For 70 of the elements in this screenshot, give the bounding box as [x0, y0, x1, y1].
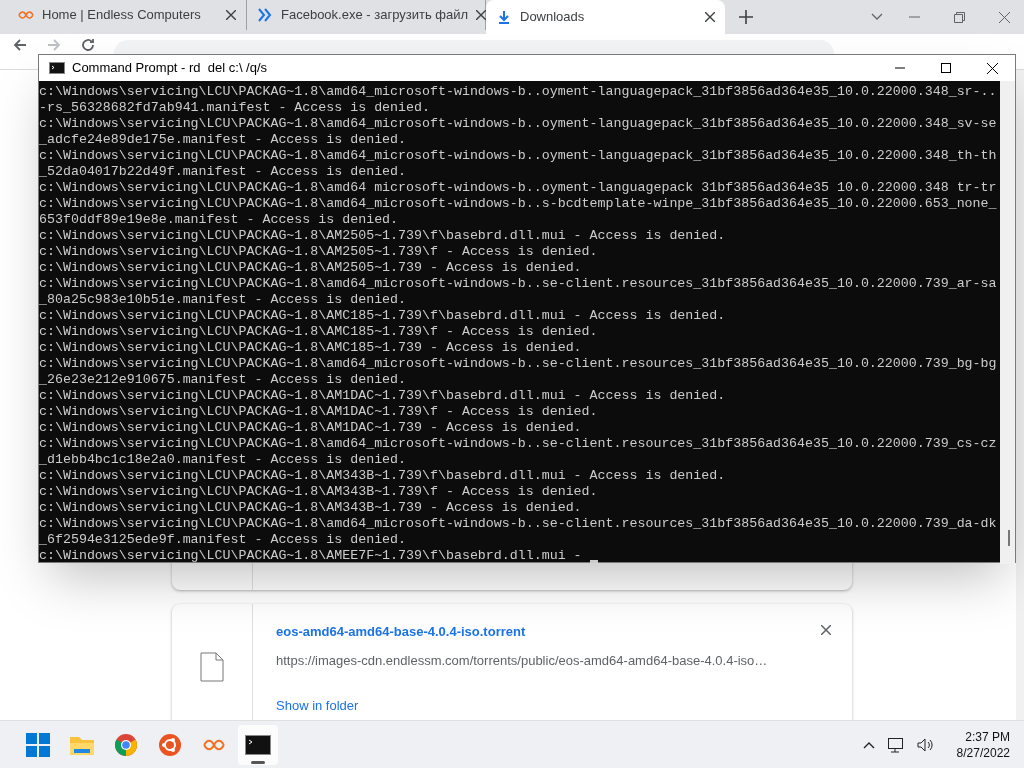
console-icon — [245, 734, 271, 755]
console-line: c:\Windows\servicing\LCU\PACKAG~1.8\amd64 microsoft-windows-b..oyment-languagepack 31bf3856ad364e35 10.0.22000.348 tr-tr — [39, 180, 997, 196]
close-tab-icon[interactable] — [226, 10, 236, 20]
console-line: c:\Windows\servicing\LCU\PACKAG~1.8\AM1DAC~1.739\f\basebrd.dll.mui - Access is denied. — [39, 388, 726, 404]
text-cursor — [589, 560, 598, 563]
console-line: c:\Windows\servicing\LCU\PACKAG~1.8\AM343B~1.739\f - Access is denied. — [39, 484, 598, 500]
show-in-folder-link[interactable]: Show in folder — [276, 696, 359, 716]
console-line: 653f0ddf89e19e8e.manifest - Access is denied. — [39, 212, 399, 228]
infinity-icon — [18, 10, 34, 20]
window-title: Command Prompt - rd del c:\ /q/s — [72, 59, 268, 78]
console-line: c:\Windows\servicing\LCU\PACKAG~1.8\AMEE7F~1.739\f\basebrd.dll.mui - — [39, 548, 583, 564]
console-line: c:\Windows\servicing\LCU\PACKAG~1.8\amd64_microsoft-windows-b..oyment-languagepack_31bf3856ad364e35_10.0.22000.348_sr-.. — [39, 84, 997, 100]
console-line: c:\Windows\servicing\LCU\PACKAG~1.8\amd64_microsoft-windows-b..se-client.resources_31bf3856ad364e35_10.0.22000.739_bg-bg — [39, 356, 997, 372]
file-link[interactable]: eos-amd64-amd64-base-4.0.4-iso.torrent — [276, 622, 526, 642]
console-icon — [49, 62, 65, 74]
console-line: c:\Windows\servicing\LCU\PACKAG~1.8\amd64_microsoft-windows-b..se-client.resources_31bf3856ad364e35_10.0.22000.739_ar-sa — [39, 276, 997, 292]
close-icon[interactable] — [999, 11, 1010, 23]
tab-title: Home | Endless Computers — [42, 6, 202, 25]
chevron-up-icon[interactable] — [862, 740, 875, 749]
tab-title: Facebook.exe - загрузить файл — [281, 6, 469, 25]
close-icon — [986, 62, 998, 74]
console-line: c:\Windows\servicing\LCU\PACKAG~1.8\amd64_microsoft-windows-b..s-bcdtemplate-winpe_31bf3856ad364e35_10.0.22000.653_none_ — [39, 196, 997, 212]
clock[interactable]: 2:37 PM 8/27/2022 — [956, 728, 1010, 761]
console-line: _26e23e212e910675.manifest - Access is denied. — [39, 372, 407, 388]
network-icon[interactable] — [886, 736, 905, 753]
tab-search-icon[interactable] — [871, 13, 883, 21]
console-line: _adcfe24e89de175e.manifest - Access is denied. — [39, 132, 407, 148]
browser-tab[interactable]: Home | Endless Computers — [8, 0, 247, 30]
download-icon — [497, 10, 511, 24]
console-line: -rs_56328682fd7ab941.manifest - Access is denied. — [39, 100, 430, 116]
chevrons-icon — [258, 7, 272, 23]
console-line: c:\Windows\servicing\LCU\PACKAG~1.8\AM343B~1.739\f\basebrd.dll.mui - Access is denied. — [39, 468, 726, 484]
close-tab-icon[interactable] — [476, 10, 487, 20]
restore-icon[interactable] — [954, 11, 965, 23]
ring-logo-icon — [158, 732, 182, 757]
maximize-icon — [941, 63, 951, 73]
infinity-icon — [201, 737, 227, 752]
console-line: c:\Windows\servicing\LCU\PACKAG~1.8\AM1DAC~1.739\f - Access is denied. — [39, 404, 598, 420]
start-icon — [26, 732, 50, 757]
console-line: c:\Windows\servicing\LCU\PACKAG~1.8\amd64_microsoft-windows-b..se-client.resources_31bf3856ad364e35_10.0.22000.739_cs-cz — [39, 436, 997, 452]
console-line: c:\Windows\servicing\LCU\PACKAG~1.8\amd64_microsoft-windows-b..se-client.resources_31bf3856ad364e35_10.0.22000.739_da-dk — [39, 516, 997, 532]
volume-icon[interactable] — [916, 736, 935, 753]
new-tab-icon[interactable] — [739, 10, 753, 24]
console-line: c:\Windows\servicing\LCU\PACKAG~1.8\AM1DAC~1.739 - Access is denied. — [39, 420, 582, 436]
close-tab-icon[interactable] — [705, 12, 715, 22]
back-icon[interactable] — [12, 37, 28, 53]
console-line: _d1ebb4bc1c18e2a0.manifest - Access is denied. — [39, 452, 407, 468]
chrome-icon — [114, 732, 138, 757]
minimize-icon — [895, 67, 905, 69]
tab-title: Downloads — [520, 8, 586, 27]
console-line: c:\Windows\servicing\LCU\PACKAG~1.8\AM2505~1.739 - Access is denied. — [39, 260, 582, 276]
console-line: _52da04017b22d49f.manifest - Access is denied. — [39, 164, 407, 180]
taskbar-app-button[interactable] — [238, 724, 278, 765]
console-line: c:\Windows\servicing\LCU\PACKAG~1.8\amd64_microsoft-windows-b..oyment-languagepack_31bf3856ad364e35_10.0.22000.348_sv-se — [39, 116, 997, 132]
page-scrollbar[interactable] — [1016, 70, 1024, 720]
console-line: c:\Windows\servicing\LCU\PACKAG~1.8\AM2505~1.739\f - Access is denied. — [39, 244, 598, 260]
reload-icon[interactable] — [80, 37, 96, 53]
console-line: _80a25c983e10b51e.manifest - Access is denied. — [39, 292, 407, 308]
console-line: c:\Windows\servicing\LCU\PACKAG~1.8\amd64_microsoft-windows-b..oyment-languagepack_31bf3856ad364e35_10.0.22000.348_th-th — [39, 148, 997, 164]
remove-icon[interactable] — [821, 625, 831, 635]
download-url: https://images-cdn.endlessm.com/torrents/public/eos-amd64-amd64-base-4.0.4-iso… — [276, 651, 769, 670]
console-line: c:\Windows\servicing\LCU\PACKAG~1.8\AM343B~1.739 - Access is denied. — [39, 500, 582, 516]
console-line: c:\Windows\servicing\LCU\PACKAG~1.8\AMC185~1.739\f\basebrd.dll.mui - Access is denied. — [39, 308, 726, 324]
browser-tab[interactable]: Downloads — [486, 0, 725, 34]
file-icon — [200, 652, 224, 682]
console-line: c:\Windows\servicing\LCU\PACKAG~1.8\AMC185~1.739 - Access is denied. — [39, 340, 582, 356]
console-line: c:\Windows\servicing\LCU\PACKAG~1.8\AMC185~1.739\f - Access is denied. — [39, 324, 598, 340]
console-line: _6f2594e3125ede9f.manifest - Access is denied. — [39, 532, 407, 548]
console-scrollbar[interactable] — [1000, 81, 1015, 564]
console-line: c:\Windows\servicing\LCU\PACKAG~1.8\AM2505~1.739\f\basebrd.dll.mui - Access is denied. — [39, 228, 726, 244]
